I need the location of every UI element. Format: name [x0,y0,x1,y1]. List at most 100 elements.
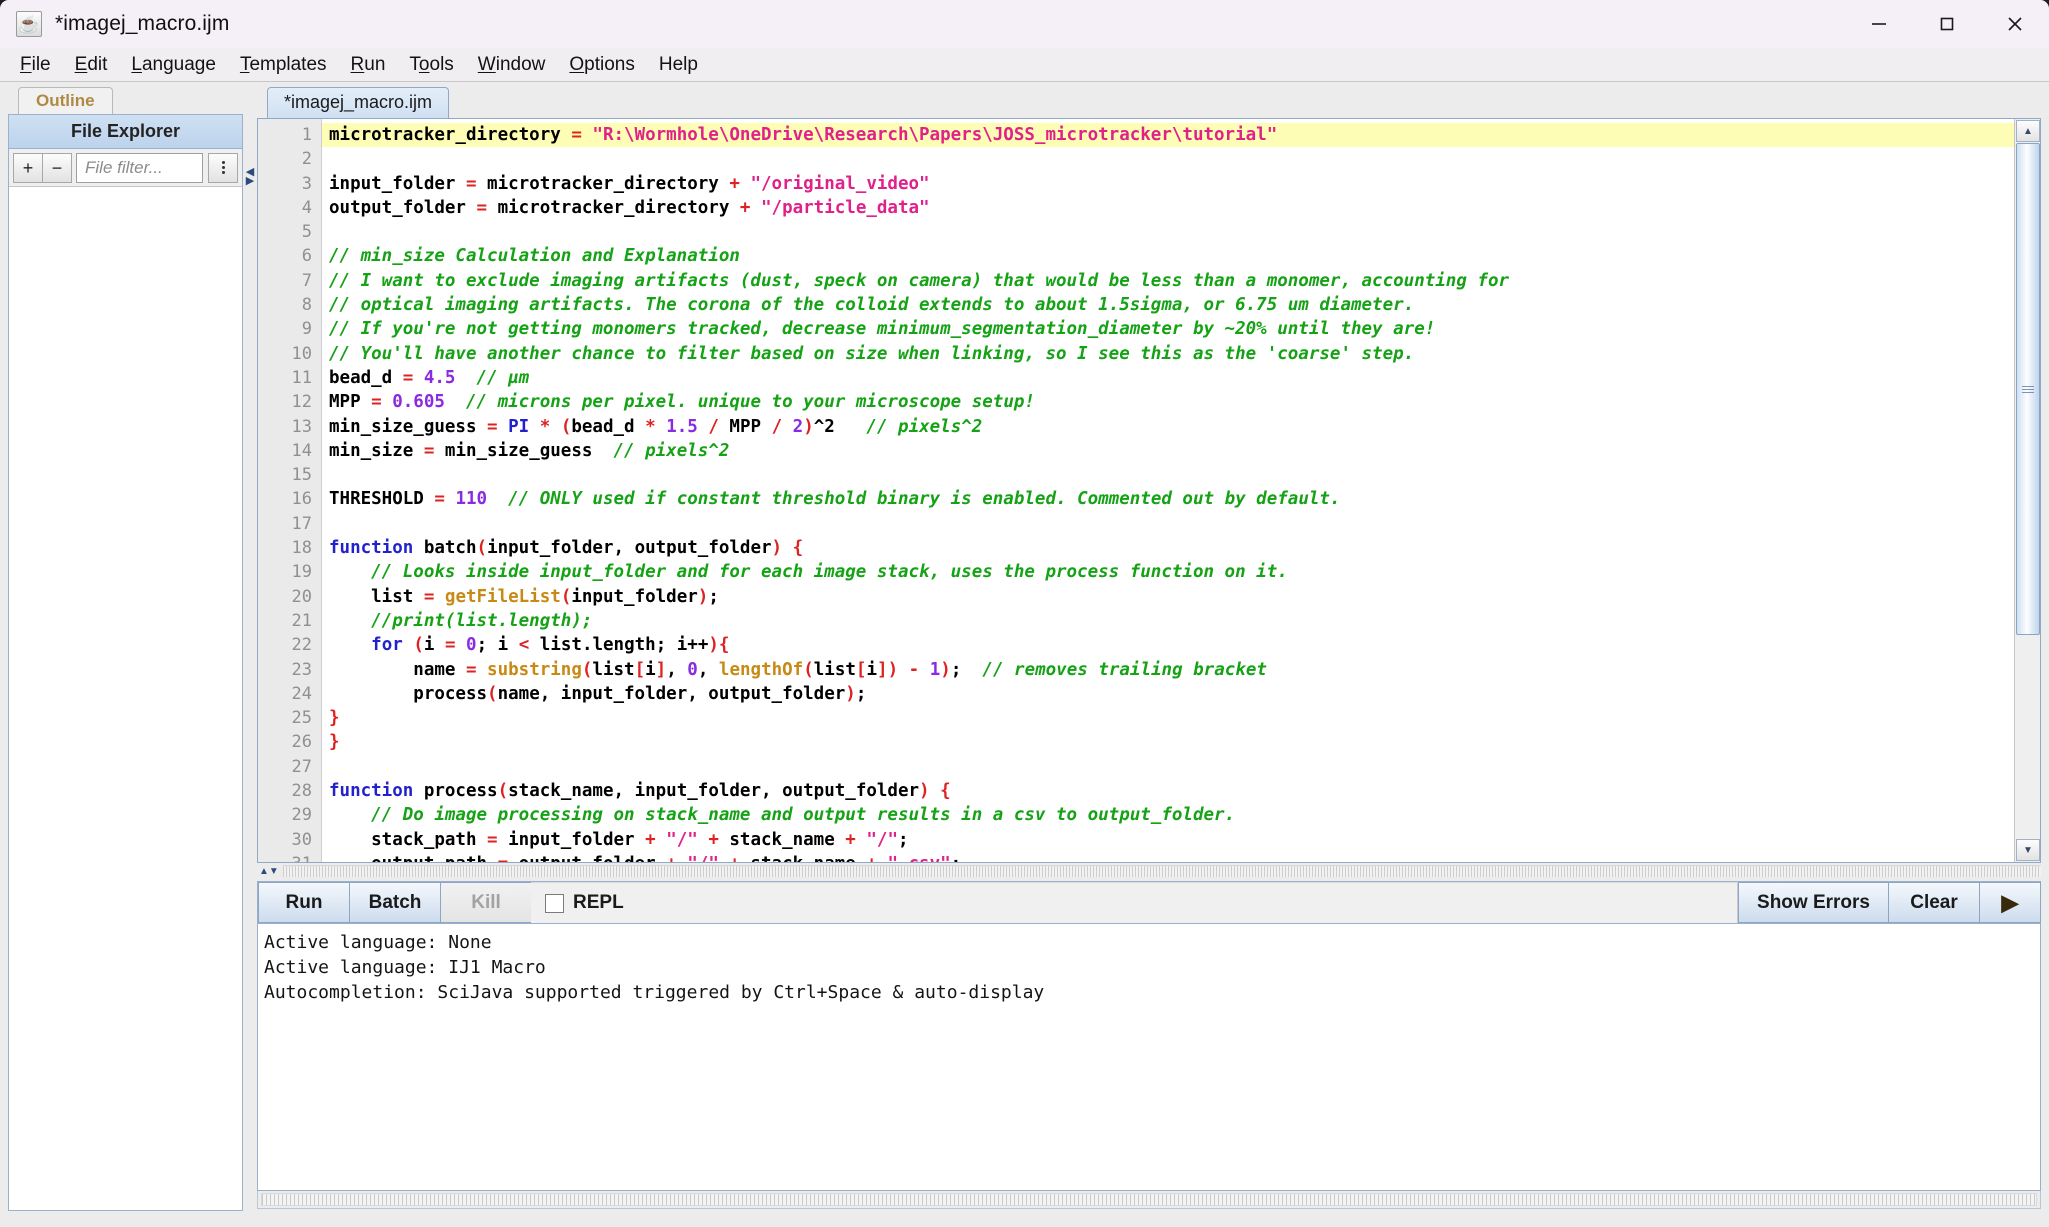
console-horizontal-scrollbar[interactable] [257,1191,2041,1209]
code-line[interactable]: // You'll have another chance to filter … [322,342,2014,366]
code-line[interactable] [322,147,2014,171]
menu-language[interactable]: Language [119,50,228,80]
clear-button[interactable]: Clear [1888,882,1980,923]
code-text-area[interactable]: microtracker_directory = "R:\Wormhole\On… [322,119,2014,862]
line-number: 10 [291,343,312,364]
file-explorer-title[interactable]: File Explorer [9,115,242,149]
scroll-up-arrow-icon[interactable]: ▲ [2016,120,2040,142]
token-op: + [645,829,667,850]
code-line[interactable]: // Do image processing on stack_name and… [322,803,2014,827]
menu-run[interactable]: Run [339,50,398,80]
code-line[interactable]: stack_path = input_folder + "/" + stack_… [322,828,2014,852]
console-output[interactable]: Active language: None Active language: IJ… [257,923,2041,1191]
token-op: ) [919,781,930,802]
token-op: { [940,781,951,802]
token-op: ) [940,659,951,680]
code-line[interactable]: input_folder = microtracker_directory + … [322,172,2014,196]
code-line[interactable] [322,463,2014,487]
console-hscroll-track[interactable] [261,1193,2037,1206]
token-kw: function [329,781,424,802]
code-line[interactable]: //print(list.length); [322,609,2014,633]
code-line[interactable]: // If you're not getting monomers tracke… [322,317,2014,341]
menu-file[interactable]: File [8,50,63,80]
vertical-dots-icon[interactable] [208,152,238,183]
hscroll-up-icon[interactable]: ▲ [259,866,269,877]
show-errors-button[interactable]: Show Errors [1738,882,1889,923]
line-number: 1 [301,125,312,145]
token-op: = [498,854,519,862]
code-line[interactable]: output_folder = microtracker_directory +… [322,196,2014,220]
code-line[interactable] [322,755,2014,779]
code-line[interactable] [322,512,2014,536]
repl-checkbox[interactable] [545,893,564,913]
file-tree[interactable] [9,187,242,1210]
token-pl: name [329,659,466,680]
code-line[interactable]: microtracker_directory = "R:\Wormhole\On… [322,123,2014,148]
code-line[interactable]: } [322,706,2014,730]
code-line[interactable]: for (i = 0; i < list.length; i++){ [322,633,2014,657]
line-number: 4 [301,197,312,218]
token-op: = [487,416,509,437]
editor-scroll-thumb[interactable] [2016,143,2040,635]
code-line[interactable]: // I want to exclude imaging artifacts (… [322,269,2014,293]
code-line[interactable]: // min_size Calculation and Explanation [322,244,2014,268]
code-line[interactable]: } [322,730,2014,754]
editor-horizontal-scrollbar[interactable]: ▲ ▼ [257,863,2041,879]
code-line[interactable]: function batch(input_folder, output_fold… [322,536,2014,560]
repl-toggle[interactable]: REPL [531,882,1739,923]
menu-templates[interactable]: Templates [228,50,339,80]
sidebar-splitter[interactable]: ◀ ▶ [243,82,257,1217]
repl-label: REPL [573,892,624,913]
token-com: // optical imaging artifacts. The corona… [329,295,1415,316]
code-line[interactable]: list = getFileList(input_folder); [322,585,2014,609]
hscroll-track[interactable] [282,865,2041,877]
batch-button[interactable]: Batch [349,882,441,923]
code-line[interactable]: // Looks inside input_folder and for eac… [322,560,2014,584]
run-button[interactable]: Run [258,882,350,923]
menu-tools[interactable]: Tools [397,50,465,80]
hscroll-down-icon[interactable]: ▼ [269,866,279,877]
close-icon[interactable] [1981,0,2049,48]
scroll-down-arrow-icon[interactable]: ▼ [2016,839,2040,861]
token-op: + [719,854,751,862]
editor-vertical-scrollbar[interactable]: ▲ ▼ [2014,119,2040,862]
remove-path-button[interactable]: − [42,152,72,183]
code-line[interactable]: min_size = min_size_guess // pixels^2 [322,439,2014,463]
menu-window[interactable]: Window [466,50,558,80]
token-num: 110 [455,489,488,510]
code-line[interactable]: min_size_guess = PI * (bead_d * 1.5 / MP… [322,415,2014,439]
token-com: // microns per pixel. unique to your mic… [466,392,1035,413]
play-triangle-icon[interactable]: ▶ [1979,882,2041,923]
code-line[interactable]: output_path = output_folder + "/" + stac… [322,852,2014,862]
token-pl: THRESHOLD [329,489,435,510]
file-filter-input[interactable]: File filter... [76,152,203,183]
token-pl: MPP [329,392,372,413]
minimize-icon[interactable] [1845,0,1913,48]
token-pl: , [666,659,688,680]
code-line[interactable]: THRESHOLD = 110 // ONLY used if constant… [322,487,2014,511]
code-line[interactable] [322,220,2014,244]
code-line[interactable]: // optical imaging artifacts. The corona… [322,293,2014,317]
code-line[interactable]: MPP = 0.605 // microns per pixel. unique… [322,390,2014,414]
code-line[interactable]: function process(stack_name, input_folde… [322,779,2014,803]
token-pl: ^2 [813,416,835,437]
token-pl: ; i [476,635,519,656]
main-body: Outline File Explorer + − File filter...… [0,82,2049,1217]
code-line[interactable]: name = substring(list[i], 0, lengthOf(li… [322,658,2014,682]
code-line[interactable]: bead_d = 4.5 // µm [322,366,2014,390]
collapse-right-icon[interactable]: ▶ [246,176,254,187]
token-fn: getFileList [444,586,561,607]
sidebar-tab-outline[interactable]: Outline [18,87,113,114]
add-path-button[interactable]: + [13,152,43,183]
menu-help[interactable]: Help [647,50,710,80]
window-bottom-edge [0,1217,2049,1227]
menu-options[interactable]: Options [557,50,646,80]
token-pl: stack_name [750,854,866,862]
token-op: = [487,829,509,850]
maximize-icon[interactable] [1913,0,1981,48]
code-line[interactable]: process(name, input_folder, output_folde… [322,682,2014,706]
menu-edit[interactable]: Edit [63,50,120,80]
editor-tab-imagej-macro[interactable]: *imagej_macro.ijm [267,87,450,118]
